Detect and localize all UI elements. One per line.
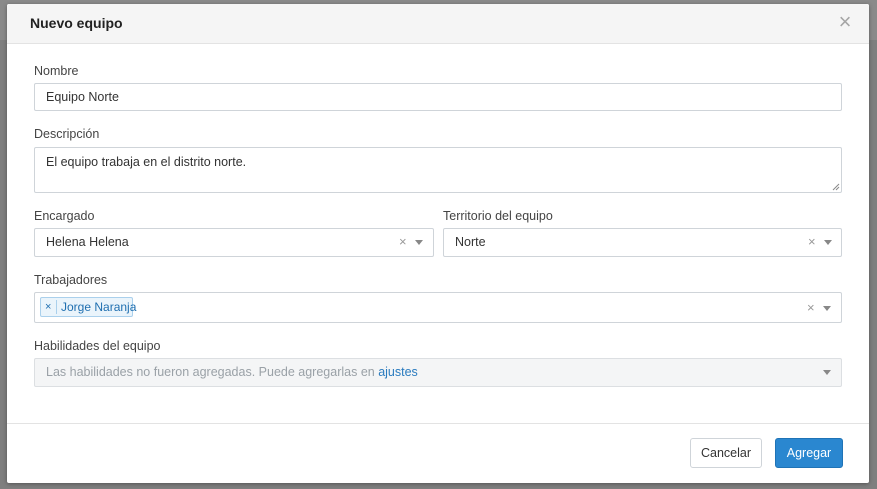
nombre-value: Equipo Norte (46, 90, 119, 104)
encargado-label: Encargado (34, 209, 95, 223)
add-button[interactable]: Agregar (775, 438, 843, 468)
close-icon[interactable]: × (835, 10, 855, 34)
descripcion-value: El equipo trabaja en el distrito norte. (46, 155, 247, 169)
encargado-chevron-down-icon[interactable] (415, 240, 423, 245)
habilidades-chevron-down-icon[interactable] (823, 370, 831, 375)
resize-handle-icon[interactable] (832, 183, 840, 191)
ajustes-link[interactable]: ajustes (378, 365, 418, 379)
territorio-label: Territorio del equipo (443, 209, 553, 223)
descripcion-textarea[interactable]: El equipo trabaja en el distrito norte. (34, 147, 842, 193)
dialog-header: Nuevo equipo × (7, 4, 869, 44)
territorio-select[interactable]: Norte × (443, 228, 842, 257)
trabajadores-multiselect[interactable]: × Jorge Naranja × (34, 292, 842, 323)
worker-tag: × Jorge Naranja (40, 297, 137, 317)
tag-remove-icon[interactable]: × (45, 298, 51, 316)
habilidades-empty-message: Las habilidades no fueron agregadas. Pue… (46, 365, 375, 379)
new-team-dialog: Nuevo equipo × Nombre Equipo Norte Descr… (7, 4, 869, 483)
footer-divider (7, 423, 869, 424)
dialog-title: Nuevo equipo (30, 15, 123, 31)
trabajadores-clear-icon[interactable]: × (807, 295, 815, 321)
descripcion-label: Descripción (34, 127, 100, 141)
trabajadores-chevron-down-icon[interactable] (823, 306, 831, 311)
nombre-label: Nombre (34, 64, 79, 78)
encargado-clear-icon[interactable]: × (399, 229, 407, 255)
territorio-value: Norte (455, 235, 486, 249)
tag-divider (56, 300, 57, 314)
trabajadores-label: Trabajadores (34, 273, 108, 287)
worker-tag-label: Jorge Naranja (61, 300, 137, 314)
habilidades-placeholder: Las habilidades no fueron agregadas. Pue… (46, 359, 418, 385)
territorio-chevron-down-icon[interactable] (824, 240, 832, 245)
cancel-button[interactable]: Cancelar (690, 438, 762, 468)
encargado-value: Helena Helena (46, 235, 129, 249)
habilidades-label: Habilidades del equipo (34, 339, 161, 353)
encargado-select[interactable]: Helena Helena × (34, 228, 434, 257)
territorio-clear-icon[interactable]: × (808, 229, 816, 255)
nombre-input[interactable]: Equipo Norte (34, 83, 842, 111)
habilidades-select[interactable]: Las habilidades no fueron agregadas. Pue… (34, 358, 842, 387)
